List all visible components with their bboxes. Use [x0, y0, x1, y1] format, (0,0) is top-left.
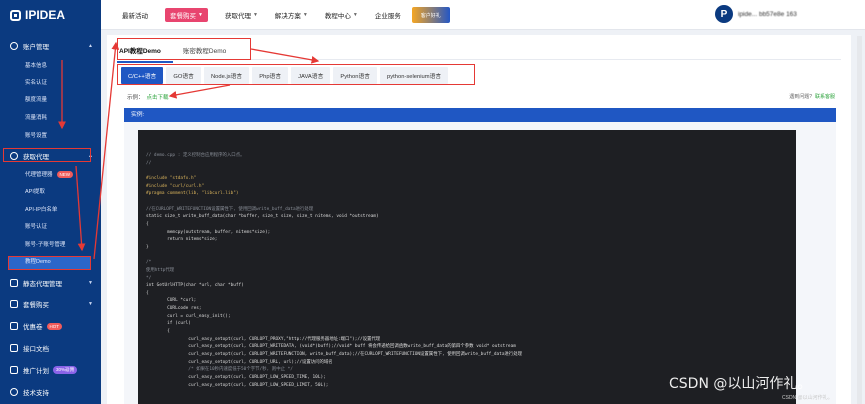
arrow-to-tabs [93, 41, 120, 260]
arrow-to-download [168, 84, 231, 99]
watermark-small: CSDN @以山河作礼。 [782, 395, 833, 401]
annotation-arrows [58, 41, 320, 260]
arrow-to-languages [250, 48, 320, 64]
arrow-to-demo [75, 165, 86, 252]
watermark: CSDN @以山河作礼。 [669, 376, 812, 392]
